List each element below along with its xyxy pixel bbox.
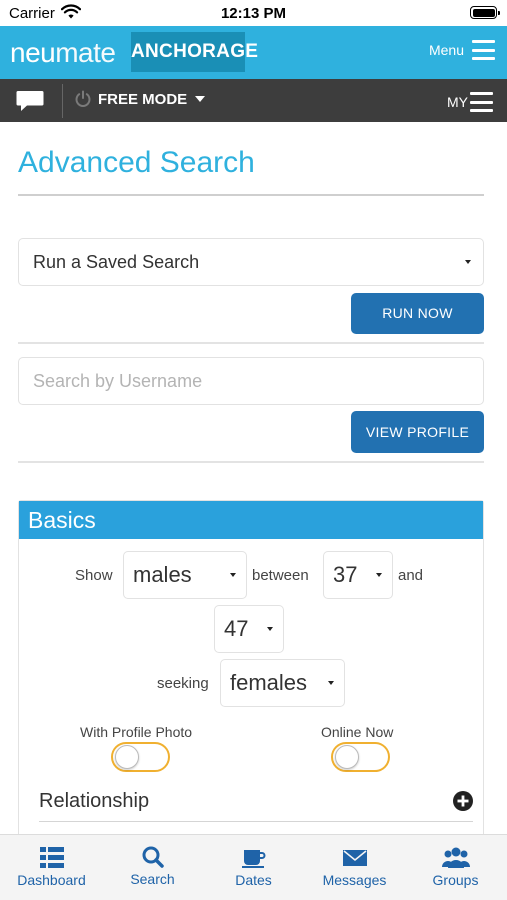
- with-profile-photo-label: With Profile Photo: [80, 724, 193, 740]
- show-label: Show: [75, 567, 113, 584]
- tab-label: Dates: [235, 872, 272, 888]
- free-mode-dropdown[interactable]: FREE MODE: [74, 90, 206, 108]
- relationship-accordion[interactable]: Relationship: [39, 786, 473, 822]
- saved-search-value: Run a Saved Search: [33, 252, 200, 272]
- title-divider: [18, 194, 484, 196]
- sub-navigation: FREE MODE MY: [0, 79, 507, 122]
- plus-circle-icon: [453, 791, 473, 811]
- basics-header: Basics: [19, 501, 483, 539]
- power-icon: [75, 90, 91, 107]
- dropdown-arrow-icon: [328, 681, 334, 685]
- age-max-select[interactable]: 47: [214, 605, 284, 653]
- my-menu-button[interactable]: MY: [447, 92, 493, 112]
- with-profile-photo-toggle[interactable]: [111, 742, 170, 772]
- tab-dates[interactable]: Dates: [203, 835, 304, 900]
- menu-label: Menu: [428, 42, 464, 58]
- dashboard-icon: [39, 847, 64, 868]
- basics-panel: Basics Show males between 37 and 47 seek…: [18, 500, 484, 834]
- city-badge[interactable]: ANCHORAGE: [131, 32, 258, 72]
- seeking-value: females: [230, 670, 308, 695]
- tab-label: Messages: [322, 872, 387, 888]
- chevron-down-icon: [195, 96, 206, 102]
- gender-value: males: [133, 562, 192, 587]
- tab-search[interactable]: Search: [102, 835, 203, 900]
- online-now-toggle[interactable]: [331, 742, 390, 772]
- battery-icon: [470, 6, 500, 19]
- between-label: between: [252, 567, 309, 584]
- logo-text-right: mate: [55, 37, 116, 68]
- age-min-value: 37: [333, 562, 358, 587]
- tab-label: Groups: [432, 872, 479, 888]
- dropdown-arrow-icon: [267, 627, 273, 631]
- clock: 12:13 PM: [220, 5, 287, 22]
- tab-groups[interactable]: Groups: [405, 835, 506, 900]
- page-title: Advanced Search: [18, 146, 255, 179]
- saved-search-select[interactable]: Run a Saved Search: [18, 238, 484, 286]
- toggle-knob: [335, 745, 359, 769]
- dropdown-arrow-icon: [230, 573, 236, 577]
- brand-header: neumate ANCHORAGE Menu: [0, 26, 507, 79]
- seeking-label: seeking: [157, 675, 209, 692]
- hamburger-icon: [472, 40, 495, 60]
- tab-messages[interactable]: Messages: [304, 835, 405, 900]
- age-max-value: 47: [224, 616, 249, 641]
- nav-divider: [62, 84, 63, 118]
- menu-button[interactable]: Menu: [429, 40, 495, 60]
- seeking-select[interactable]: females: [220, 659, 345, 707]
- envelope-icon: [342, 850, 367, 866]
- search-icon: [142, 846, 164, 868]
- app-logo[interactable]: neumate: [10, 37, 116, 69]
- main-content: Advanced Search Run a Saved Search RUN N…: [0, 122, 507, 834]
- section-divider: [18, 342, 484, 344]
- bottom-tab-bar: Dashboard Search Dates Messages Groups: [0, 834, 507, 900]
- mode-label: FREE MODE: [98, 90, 188, 108]
- logo-text-left: neu: [10, 37, 56, 68]
- username-search-input[interactable]: [18, 357, 484, 405]
- view-profile-button[interactable]: VIEW PROFILE: [351, 411, 484, 453]
- gender-select[interactable]: males: [123, 551, 247, 599]
- run-now-button[interactable]: RUN NOW: [351, 293, 484, 334]
- dropdown-arrow-icon: [376, 573, 382, 577]
- tab-dashboard[interactable]: Dashboard: [1, 835, 102, 900]
- relationship-title: Relationship: [39, 790, 150, 812]
- dropdown-arrow-icon: [465, 260, 471, 264]
- tab-label: Dashboard: [17, 872, 86, 888]
- my-label: MY: [447, 94, 468, 110]
- chat-bubble-icon[interactable]: [16, 90, 44, 112]
- section-divider: [18, 461, 484, 463]
- toggle-knob: [115, 745, 139, 769]
- age-min-select[interactable]: 37: [323, 551, 393, 599]
- and-label: and: [398, 567, 424, 584]
- groups-icon: [441, 847, 470, 868]
- status-bar: Carrier 12:13 PM: [0, 0, 507, 26]
- online-now-label: Online Now: [321, 724, 394, 740]
- tab-label: Search: [130, 871, 175, 887]
- hamburger-icon: [470, 92, 493, 112]
- coffee-icon: [241, 850, 265, 868]
